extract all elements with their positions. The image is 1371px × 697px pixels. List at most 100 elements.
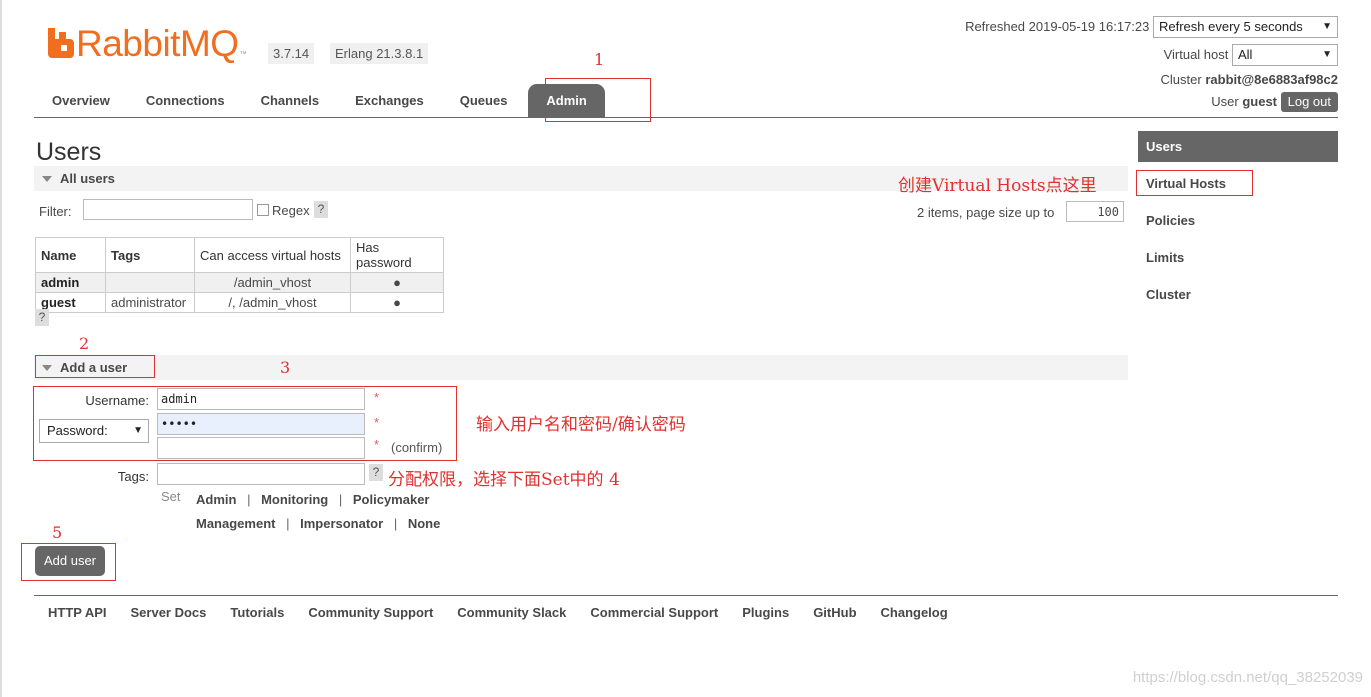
tab-connections[interactable]: Connections (128, 84, 243, 117)
rabbitmq-logo[interactable]: RabbitMQ ™ (46, 24, 247, 64)
annotation-step-1: 1 (594, 50, 605, 69)
col-has-password[interactable]: Has password (350, 237, 444, 273)
tags-label: Tags: (117, 469, 149, 484)
table-header-row: Name Tags Can access virtual hosts Has p… (35, 237, 444, 273)
tags-input[interactable] (157, 463, 365, 485)
nav-divider (34, 117, 1338, 118)
cluster-row: Cluster rabbit@8e6883af98c2 (1161, 72, 1338, 87)
user-vhosts-cell: /, /admin_vhost (194, 292, 351, 313)
sidebar-item-limits[interactable]: Limits (1138, 242, 1338, 279)
erlang-badge: Erlang 21.3.8.1 (330, 43, 429, 64)
annotation-step-5: 5 (52, 523, 63, 542)
page-title: Users (36, 138, 102, 166)
tab-channels[interactable]: Channels (243, 84, 338, 117)
vhost-row: Virtual host All ▼ (1164, 44, 1338, 66)
separator: | (338, 492, 343, 507)
col-vhosts[interactable]: Can access virtual hosts (194, 237, 351, 273)
user-name-cell[interactable]: admin (35, 272, 106, 293)
separator: | (247, 492, 251, 507)
tag-option-impersonator[interactable]: Impersonator (300, 516, 383, 531)
vhost-label: Virtual host (1163, 47, 1229, 62)
footer-link-commercial-support[interactable]: Commercial Support (590, 605, 718, 620)
regex-help-button[interactable]: ? (314, 201, 328, 218)
table-help-button[interactable]: ? (35, 309, 49, 326)
sidebar-item-users[interactable]: Users (1138, 131, 1338, 162)
rabbit-logo-icon (48, 28, 74, 58)
has-password-dot-icon: ● (350, 272, 444, 293)
separator: | (286, 516, 290, 531)
tag-option-monitoring[interactable]: Monitoring (261, 492, 328, 507)
items-count-label: 2 items, page size up to (917, 205, 1055, 220)
brand-name: RabbitMQ (76, 23, 239, 64)
user-name: guest (1242, 94, 1277, 109)
chevron-down-icon: ▼ (1322, 21, 1332, 32)
refresh-interval-value: Refresh every 5 seconds (1159, 19, 1303, 34)
page-size-input[interactable]: 100 (1066, 201, 1124, 222)
annotation-tags-hint: 分配权限，选择下面Set中的 4 (388, 470, 620, 490)
footer-links: HTTP API Server Docs Tutorials Community… (48, 605, 948, 620)
admin-sidebar: Users Virtual Hosts Policies Limits Clus… (1138, 131, 1338, 316)
tag-options-row-1: Admin | Monitoring | Policymaker (196, 492, 430, 507)
table-row[interactable]: guest administrator /, /admin_vhost ● (35, 292, 444, 313)
user-tags-cell (105, 272, 195, 293)
footer-link-http-api[interactable]: HTTP API (48, 605, 107, 620)
cluster-name: rabbit@8e6883af98c2 (1205, 72, 1338, 87)
tags-help-button[interactable]: ? (369, 464, 383, 481)
annotation-step-2: 2 (79, 334, 90, 353)
footer-link-plugins[interactable]: Plugins (742, 605, 789, 620)
refreshed-timestamp: Refreshed 2019-05-19 16:17:23 (965, 19, 1150, 34)
filter-label: Filter: (39, 204, 72, 219)
watermark: https://blog.csdn.net/qq_38252039 (1132, 669, 1363, 686)
users-table: Name Tags Can access virtual hosts Has p… (35, 237, 444, 313)
annotation-password-hint: 输入用户名和密码/确认密码 (476, 415, 686, 435)
footer-link-community-slack[interactable]: Community Slack (457, 605, 566, 620)
footer-divider (34, 595, 1338, 596)
footer-link-server-docs[interactable]: Server Docs (131, 605, 207, 620)
user-tags-cell: administrator (105, 292, 195, 313)
annotation-box-add-user-section (35, 355, 155, 378)
annotation-box-add-user-button (21, 543, 116, 581)
table-row[interactable]: admin /admin_vhost ● (35, 272, 444, 293)
col-name[interactable]: Name (35, 237, 106, 273)
version-badge: 3.7.14 (268, 43, 315, 64)
tag-option-admin[interactable]: Admin (196, 492, 236, 507)
tab-exchanges[interactable]: Exchanges (337, 84, 442, 117)
window-left-border (0, 0, 2, 697)
footer-link-community-support[interactable]: Community Support (308, 605, 433, 620)
tab-overview[interactable]: Overview (34, 84, 128, 117)
annotation-vhost-hint: 创建Virtual Hosts点这里 (898, 176, 1097, 196)
add-user-section-toggle[interactable]: Add a user (34, 355, 1128, 380)
filter-input[interactable] (83, 199, 253, 220)
cluster-label: Cluster (1160, 72, 1202, 87)
user-vhosts-cell: /admin_vhost (194, 272, 351, 293)
sidebar-item-policies[interactable]: Policies (1138, 205, 1338, 242)
tag-option-none[interactable]: None (408, 516, 441, 531)
regex-label: Regex (272, 203, 310, 218)
footer-link-tutorials[interactable]: Tutorials (230, 605, 284, 620)
trademark: ™ (239, 51, 247, 58)
logout-button[interactable]: Log out (1280, 92, 1338, 112)
regex-checkbox[interactable] (257, 204, 269, 216)
tab-queues[interactable]: Queues (442, 84, 526, 117)
collapse-triangle-icon (42, 176, 52, 182)
chevron-down-icon: ▼ (1322, 49, 1332, 60)
vhost-select[interactable]: All ▼ (1232, 44, 1338, 66)
tag-option-management[interactable]: Management (196, 516, 275, 531)
refresh-row: Refreshed 2019-05-19 16:17:23 Refresh ev… (965, 16, 1338, 38)
user-row: User guest Log out (1211, 92, 1338, 112)
user-label: User (1211, 94, 1239, 109)
footer-link-changelog[interactable]: Changelog (881, 605, 948, 620)
set-label: Set (161, 489, 181, 504)
col-tags[interactable]: Tags (105, 237, 195, 273)
sidebar-item-cluster[interactable]: Cluster (1138, 279, 1338, 316)
annotation-step-3: 3 (280, 358, 291, 377)
main-nav: Overview Connections Channels Exchanges … (34, 84, 605, 117)
tag-option-policymaker[interactable]: Policymaker (353, 492, 430, 507)
annotation-box-credentials (33, 386, 457, 461)
footer-link-github[interactable]: GitHub (813, 605, 856, 620)
annotation-box-virtual-hosts (1136, 170, 1253, 196)
has-password-dot-icon: ● (350, 292, 444, 313)
separator: | (393, 516, 398, 531)
vhost-value: All (1238, 47, 1253, 62)
refresh-interval-select[interactable]: Refresh every 5 seconds ▼ (1153, 16, 1338, 38)
